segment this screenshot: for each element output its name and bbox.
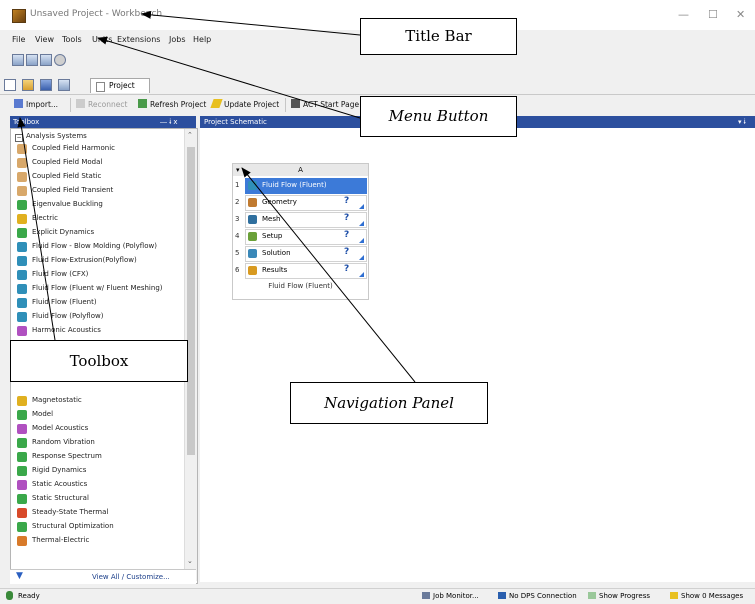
- toolbox-arrow: [17, 117, 56, 341]
- toolbox-callout: Toolbox: [10, 340, 188, 382]
- title-bar-callout: Title Bar: [360, 18, 517, 55]
- annotation-arrows: [17, 10, 416, 383]
- menu-button-arrow: [97, 36, 361, 119]
- menu-button-callout: Menu Button: [360, 96, 517, 137]
- title-bar-arrow: [141, 10, 361, 36]
- navigation-panel-callout: Navigation Panel: [290, 382, 488, 424]
- navigation-panel-arrow: [241, 167, 416, 383]
